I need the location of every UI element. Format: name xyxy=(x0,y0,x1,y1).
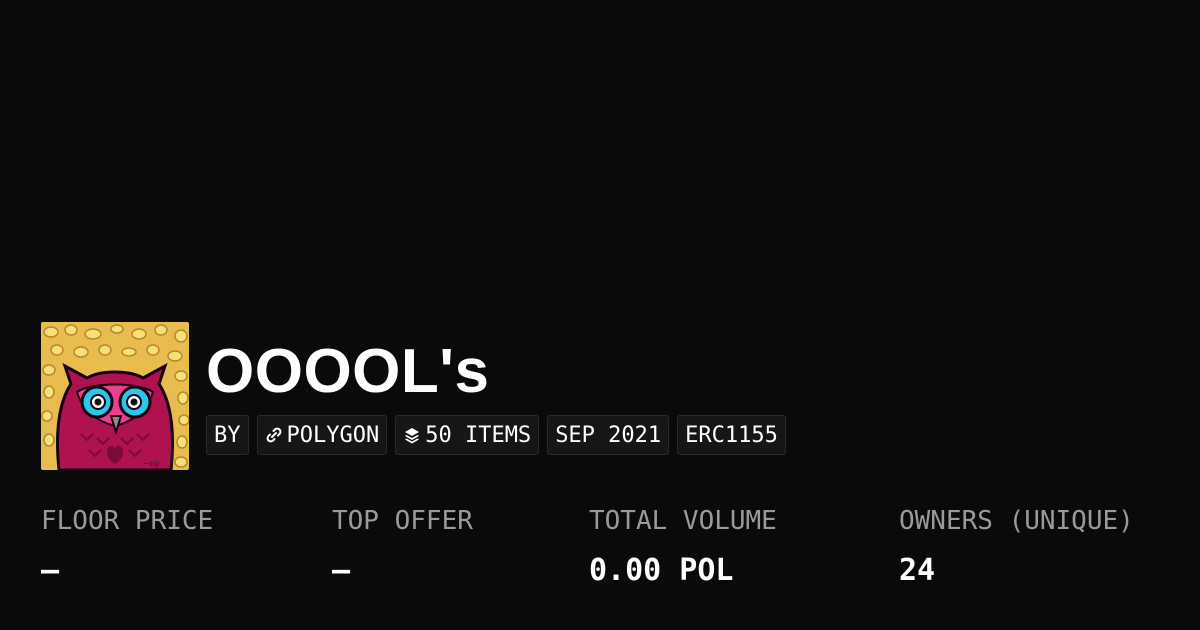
token-standard-badge: ERC1155 xyxy=(677,415,786,455)
collection-title: OOOOL's xyxy=(206,337,490,406)
date-badge: SEP 2021 xyxy=(547,415,670,455)
chain-label: POLYGON xyxy=(286,422,380,448)
stat-value: 0.00 POL xyxy=(589,553,734,588)
chain-badge[interactable]: POLYGON xyxy=(256,415,388,455)
token-standard-label: ERC1155 xyxy=(685,422,778,448)
stat-value: — xyxy=(41,553,60,588)
stat-owners: OWNERS (UNIQUE) 24 xyxy=(899,504,1134,588)
items-badge: 50 ITEMS xyxy=(395,415,540,455)
polygon-link-icon xyxy=(265,426,283,444)
date-label: SEP 2021 xyxy=(555,422,662,448)
creator-badge[interactable]: BY xyxy=(206,415,249,455)
collection-badges: BY POLYGON 50 ITEMS SEP 2021 ERC1155 xyxy=(206,415,786,455)
stat-top-offer: TOP OFFER — xyxy=(332,504,473,588)
layers-icon xyxy=(403,426,421,444)
items-label: 50 ITEMS xyxy=(425,422,532,448)
stat-label: OWNERS (UNIQUE) xyxy=(899,506,1134,536)
collection-avatar: ~sig xyxy=(41,322,189,470)
pink-owl-avatar: ~sig xyxy=(41,322,189,470)
stat-label: TOP OFFER xyxy=(332,506,473,536)
stat-total-volume: TOTAL VOLUME 0.00 POL xyxy=(589,504,777,588)
creator-label: BY xyxy=(214,422,241,448)
svg-text:~sig: ~sig xyxy=(143,460,159,468)
stat-value: — xyxy=(332,553,351,588)
stat-floor-price: FLOOR PRICE — xyxy=(41,504,213,588)
stat-label: FLOOR PRICE xyxy=(41,506,214,536)
stat-label: TOTAL VOLUME xyxy=(589,506,777,536)
stat-value: 24 xyxy=(899,553,936,588)
